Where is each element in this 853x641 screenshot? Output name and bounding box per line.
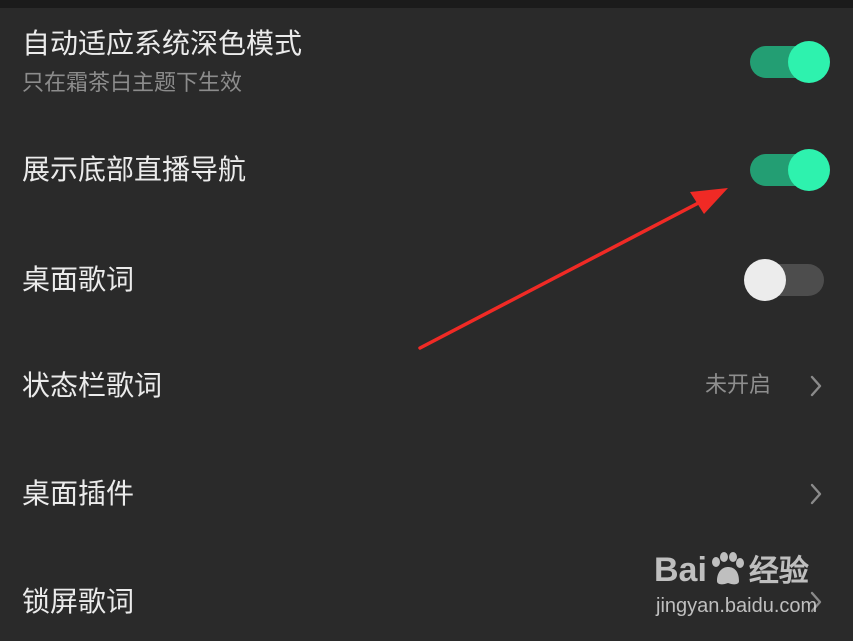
settings-list: 自动适应系统深色模式 只在霜茶白主题下生效 展示底部直播导航 桌面歌词 状态栏歌…: [0, 8, 853, 641]
bottom-live-nav-switch[interactable]: [750, 149, 830, 191]
setting-value: 未开启: [704, 373, 771, 398]
chevron-right-icon: [810, 375, 822, 397]
setting-row-auto-dark-mode[interactable]: 自动适应系统深色模式 只在霜茶白主题下生效: [0, 8, 853, 108]
watermark-url: jingyan.baidu.com: [656, 595, 818, 617]
desktop-lyrics-switch[interactable]: [744, 259, 824, 301]
setting-title: 桌面歌词: [22, 263, 135, 296]
setting-row-status-bar-lyrics[interactable]: 状态栏歌词 未开启: [0, 326, 853, 434]
auto-dark-mode-switch[interactable]: [750, 41, 830, 83]
setting-title: 状态栏歌词: [22, 369, 163, 402]
chevron-right-icon: [810, 483, 822, 505]
paw-icon: [711, 552, 744, 585]
setting-row-desktop-widget[interactable]: 桌面插件: [0, 434, 853, 542]
setting-title: 锁屏歌词: [22, 585, 135, 618]
setting-row-bottom-live-nav[interactable]: 展示底部直播导航: [0, 108, 853, 218]
watermark-logo: Bai 经验: [654, 550, 809, 592]
switch-knob: [788, 149, 830, 191]
setting-title: 展示底部直播导航: [22, 153, 247, 186]
setting-title: 桌面插件: [22, 477, 135, 510]
switch-knob: [744, 259, 786, 301]
watermark-logo-right: 经验: [748, 555, 809, 588]
watermark-logo-left: Bai: [654, 551, 707, 589]
switch-knob: [788, 41, 830, 83]
setting-subtitle: 只在霜茶白主题下生效: [22, 71, 243, 96]
setting-title: 自动适应系统深色模式: [22, 27, 303, 60]
status-bar-strip: [0, 0, 853, 8]
setting-row-desktop-lyrics[interactable]: 桌面歌词: [0, 218, 853, 326]
baidu-jingyan-watermark: Bai 经验 jingyan.baidu.com: [650, 548, 850, 628]
